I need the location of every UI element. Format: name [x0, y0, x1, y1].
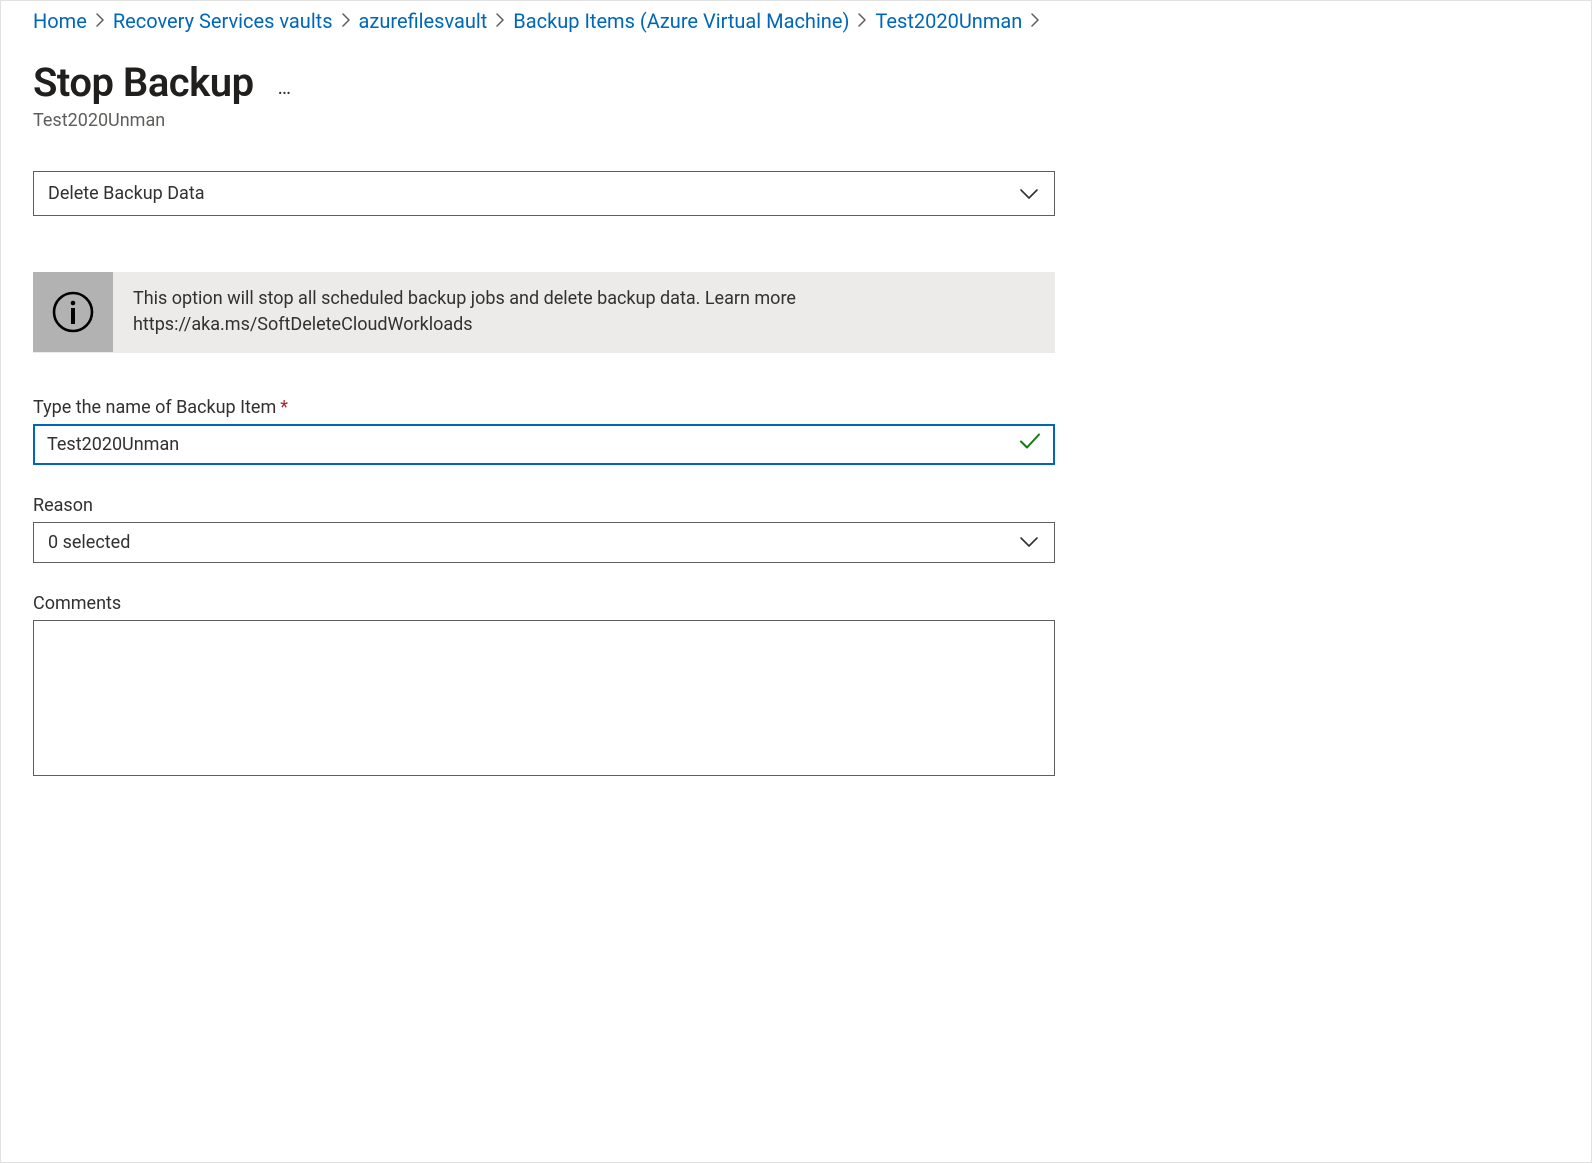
reason-label: Reason — [33, 495, 1055, 516]
chevron-right-icon — [1028, 12, 1042, 31]
info-banner: This option will stop all scheduled back… — [33, 272, 1055, 352]
breadcrumb: Home Recovery Services vaults azurefiles… — [33, 1, 1559, 37]
breadcrumb-recovery-vaults[interactable]: Recovery Services vaults — [113, 9, 333, 33]
info-text-line1: This option will stop all scheduled back… — [133, 286, 796, 312]
backup-action-select[interactable]: Delete Backup Data — [33, 171, 1055, 216]
chevron-right-icon — [93, 12, 107, 31]
breadcrumb-item-name[interactable]: Test2020Unman — [875, 9, 1022, 33]
chevron-right-icon — [493, 12, 507, 31]
breadcrumb-backup-items[interactable]: Backup Items (Azure Virtual Machine) — [513, 9, 849, 33]
backup-action-value: Delete Backup Data — [48, 183, 205, 204]
info-text-link: https://aka.ms/SoftDeleteCloudWorkloads — [133, 312, 796, 338]
backup-item-name-input[interactable] — [33, 424, 1055, 465]
reason-value: 0 selected — [48, 532, 130, 553]
page-subtitle: Test2020Unman — [33, 110, 1559, 131]
chevron-right-icon — [855, 12, 869, 31]
breadcrumb-home[interactable]: Home — [33, 9, 87, 33]
reason-select[interactable]: 0 selected — [33, 522, 1055, 563]
comments-textarea[interactable] — [33, 620, 1055, 776]
required-indicator: * — [280, 397, 288, 418]
breadcrumb-vault-name[interactable]: azurefilesvault — [359, 9, 488, 33]
backup-item-name-label: Type the name of Backup Item* — [33, 397, 1055, 418]
chevron-right-icon — [339, 12, 353, 31]
info-icon — [33, 272, 113, 352]
more-actions-button[interactable]: … — [278, 75, 293, 99]
page-title: Stop Backup — [33, 59, 254, 106]
comments-label: Comments — [33, 593, 1055, 614]
